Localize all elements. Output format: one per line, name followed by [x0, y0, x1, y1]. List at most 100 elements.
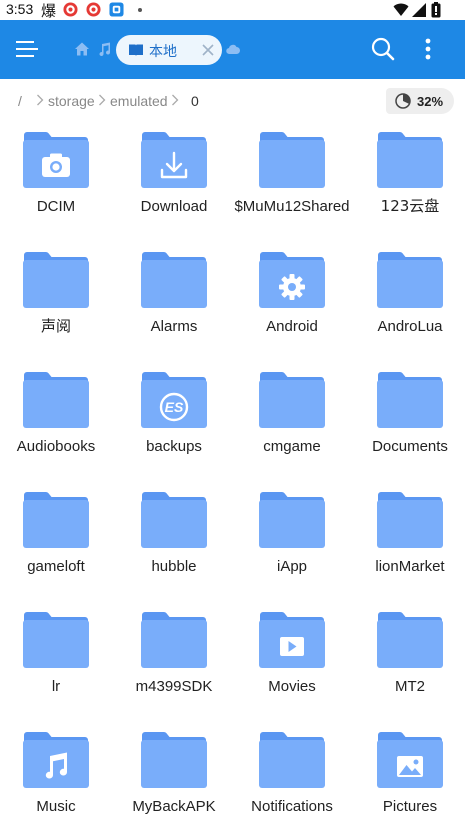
folder-item[interactable]: m4399SDK [115, 601, 233, 721]
camera-icon [42, 153, 70, 177]
folder-item[interactable]: Pictures [351, 721, 465, 827]
folder-name: Documents [372, 438, 448, 455]
folder-icon [259, 491, 325, 548]
gear-icon [279, 274, 305, 300]
folder-item[interactable]: Documents [351, 361, 465, 481]
folder-name: Notifications [251, 798, 333, 815]
folder-icon [377, 611, 443, 668]
folder-icon [259, 131, 325, 188]
folder-icon [259, 611, 325, 668]
folder-name: MT2 [395, 678, 425, 695]
folder-icon [141, 251, 207, 308]
folder-item[interactable]: Audiobooks [0, 361, 115, 481]
folder-name: backups [146, 438, 202, 455]
folder-name: hubble [151, 558, 197, 575]
tab-local-label: 本地 [149, 44, 177, 60]
chevron-right-icon [37, 94, 44, 106]
breadcrumb-root[interactable]: / [18, 93, 22, 109]
more-options-button[interactable] [413, 30, 443, 68]
folder-name: Audiobooks [16, 438, 96, 455]
blue-app-icon [109, 2, 124, 17]
folder-name: Pictures [382, 798, 438, 815]
folder-item[interactable]: cmgame [233, 361, 351, 481]
folder-item[interactable]: lr [0, 601, 115, 721]
folder-item[interactable]: Music [0, 721, 115, 827]
folder-icon [377, 371, 443, 428]
folder-name: Movies [268, 678, 316, 695]
folder-icon [23, 731, 89, 788]
close-icon[interactable] [200, 42, 216, 58]
folder-item[interactable]: MT2 [351, 601, 465, 721]
tab-local[interactable]: 本地 [116, 35, 222, 65]
folder-name: AndroLua [377, 318, 443, 335]
folder-item[interactable]: Movies [233, 601, 351, 721]
play-icon [280, 637, 304, 656]
battery-icon [431, 2, 441, 18]
folder-item[interactable]: DCIM [0, 121, 115, 241]
breadcrumb-storage[interactable]: storage [48, 93, 95, 109]
storage-percent: 32% [417, 94, 444, 109]
folder-item[interactable]: Android [233, 241, 351, 361]
folder-icon [23, 371, 89, 428]
storage-pie-icon [395, 93, 411, 109]
folder-icon [23, 491, 89, 548]
home-icon[interactable] [74, 41, 90, 57]
search-button[interactable] [364, 30, 402, 68]
folder-icon [377, 251, 443, 308]
breadcrumb-emulated[interactable]: emulated [110, 93, 168, 109]
folder-name: 声阅 [40, 317, 71, 335]
storage-usage-badge[interactable]: 32% [386, 88, 454, 114]
red-app-icon [63, 2, 78, 17]
folder-item[interactable]: 123云盘 [351, 121, 465, 241]
music-icon[interactable] [96, 41, 112, 57]
chevron-right-icon [172, 94, 179, 106]
folder-icon [259, 251, 325, 308]
folder-name: 123云盘 [380, 197, 440, 215]
folder-item[interactable]: lionMarket [351, 481, 465, 601]
folder-item[interactable]: Notifications [233, 721, 351, 827]
folder-item[interactable]: gameloft [0, 481, 115, 601]
more-icon [425, 38, 431, 60]
folder-name: cmgame [263, 438, 321, 455]
menu-icon [16, 41, 38, 57]
svg-text:ES: ES [165, 399, 184, 415]
folder-icon [377, 731, 443, 788]
folder-item[interactable]: 声阅 [0, 241, 115, 361]
folder-name: iApp [276, 558, 308, 575]
folder-item[interactable]: iApp [233, 481, 351, 601]
folder-item[interactable]: $MuMu12Shared [233, 121, 351, 241]
cloud-icon[interactable] [226, 43, 240, 55]
wifi-icon [393, 3, 409, 16]
folder-item[interactable]: AndroLua [351, 241, 465, 361]
status-extra-char: 爆 [41, 2, 57, 20]
folder-name: Music [36, 798, 76, 815]
folder-item[interactable]: Download [115, 121, 233, 241]
status-time: 3:53 [6, 1, 34, 17]
menu-button[interactable] [6, 28, 48, 70]
folder-item[interactable]: hubble [115, 481, 233, 601]
folder-item[interactable]: Alarms [115, 241, 233, 361]
red-app-icon [86, 2, 101, 17]
folder-name: lionMarket [375, 558, 445, 575]
folder-icon [141, 491, 207, 548]
folder-icon: ES [141, 371, 207, 428]
folder-name: MyBackAPK [132, 798, 216, 815]
search-icon [371, 37, 395, 61]
chevron-right-icon [99, 94, 106, 106]
folder-icon [23, 131, 89, 188]
folder-item[interactable]: ES backups [115, 361, 233, 481]
folder-name: lr [51, 678, 61, 695]
folder-name: $MuMu12Shared [234, 198, 350, 215]
folder-item[interactable]: MyBackAPK [115, 721, 233, 827]
folder-icon [377, 131, 443, 188]
signal-icon [412, 3, 426, 17]
folder-icon [141, 611, 207, 668]
folder-icon [259, 731, 325, 788]
breadcrumb-current[interactable]: 0 [191, 93, 199, 109]
status-bar: 3:53 爆 [0, 0, 465, 20]
folder-name: DCIM [36, 198, 76, 215]
folder-icon [141, 131, 207, 188]
app-toolbar: 本地 [0, 20, 465, 79]
folder-name: Download [140, 198, 208, 215]
folder-icon [259, 371, 325, 428]
